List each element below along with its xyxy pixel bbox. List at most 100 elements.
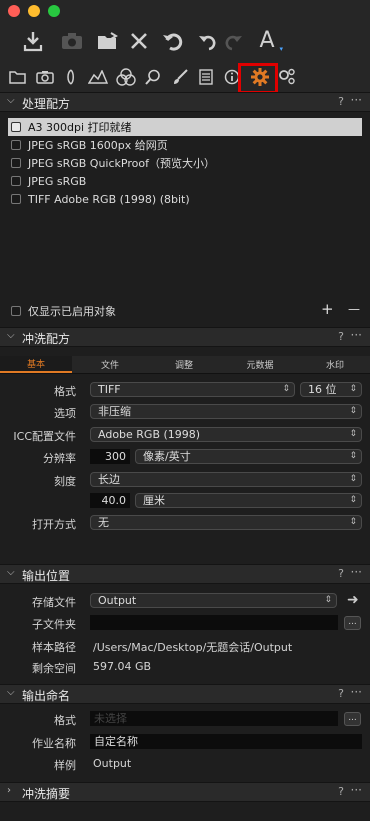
tab-basic[interactable]: 基本 [0, 356, 72, 373]
arrow-right-icon[interactable]: ➜ [347, 592, 359, 608]
zoom-window-button[interactable] [48, 5, 60, 17]
bit-depth-select[interactable]: 16 位 ⇕ [300, 382, 362, 397]
chevron-down-icon[interactable]: ⌵ [7, 687, 15, 698]
process-summary-header[interactable]: › 冲洗摘要 ? ··· [0, 782, 370, 802]
recipe-checkbox[interactable] [11, 140, 21, 150]
open-with-select[interactable]: 无 ⇕ [90, 515, 362, 530]
process-recipes-header[interactable]: ⌵ 处理配方 ? ··· [0, 92, 370, 112]
recipe-label: JPEG sRGB QuickProof（预览大小） [28, 157, 215, 170]
import-icon[interactable] [19, 27, 47, 55]
recipe-item[interactable]: JPEG sRGB QuickProof（预览大小） [8, 154, 362, 172]
add-recipe-button[interactable]: + [321, 300, 334, 318]
updown-arrow-icon: ⇕ [349, 406, 357, 416]
more-options-button[interactable]: ··· [351, 685, 362, 699]
undo-step-icon[interactable] [194, 27, 222, 55]
store-files-value: Output [98, 594, 137, 607]
size-unit-value: 厘米 [143, 494, 165, 507]
recipe-item[interactable]: JPEG sRGB 1600px 给网页 [8, 136, 362, 154]
close-window-button[interactable] [8, 5, 20, 17]
help-button[interactable]: ? [338, 330, 344, 343]
chevron-right-icon[interactable]: › [7, 785, 11, 796]
naming-format-input[interactable]: 未选择 [90, 711, 338, 726]
move-to-folder-icon[interactable] [95, 27, 123, 55]
recipe-label: JPEG sRGB 1600px 给网页 [28, 139, 168, 152]
icc-value: Adobe RGB (1998) [98, 428, 201, 441]
size-input[interactable]: 40.0 [90, 493, 130, 508]
metadata-icon[interactable] [195, 66, 217, 88]
option-select[interactable]: 非压缩 ⇕ [90, 404, 362, 419]
recipe-checkbox[interactable] [11, 122, 21, 132]
show-enabled-only-option[interactable]: 仅显示已启用对象 [8, 302, 208, 320]
folder-icon[interactable] [6, 66, 28, 88]
brush-icon[interactable] [169, 66, 191, 88]
show-enabled-only-checkbox[interactable] [11, 306, 21, 316]
option-label: 选项 [54, 407, 76, 420]
updown-arrow-icon: ⇕ [349, 451, 357, 461]
more-options-button[interactable]: ··· [351, 783, 362, 797]
updown-arrow-icon: ⇕ [282, 384, 290, 394]
tab-adjustments[interactable]: 调整 [148, 356, 220, 373]
subfolder-label: 子文件夹 [32, 618, 76, 631]
naming-format-browse-button[interactable]: ... [344, 712, 361, 726]
icc-profile-select[interactable]: Adobe RGB (1998) ⇕ [90, 427, 362, 442]
undo-icon[interactable] [159, 27, 187, 55]
output-location-header[interactable]: ⌵ 输出位置 ? ··· [0, 564, 370, 584]
recipe-checkbox[interactable] [11, 158, 21, 168]
help-button[interactable]: ? [338, 785, 344, 798]
store-files-select[interactable]: Output ⇕ [90, 593, 337, 608]
show-enabled-only-label: 仅显示已启用对象 [28, 305, 116, 318]
lens-icon[interactable] [60, 66, 82, 88]
histogram-icon[interactable] [87, 66, 109, 88]
chevron-down-icon[interactable]: ⌵ [7, 567, 15, 578]
text-a-icon[interactable]: A ▾ [253, 27, 283, 55]
help-button[interactable]: ? [338, 567, 344, 580]
subfolder-browse-button[interactable]: ... [344, 616, 361, 630]
delete-icon[interactable] [125, 27, 153, 55]
job-name-input[interactable]: 自定名称 [90, 734, 362, 749]
batch-gear-icon[interactable] [276, 66, 298, 88]
updown-arrow-icon: ⇕ [324, 595, 332, 605]
resolution-label: 分辨率 [43, 452, 76, 465]
job-name-label: 作业名称 [32, 737, 76, 750]
tab-file[interactable]: 文件 [74, 356, 146, 373]
capture-camera-icon[interactable] [34, 66, 56, 88]
scale-label: 刻度 [54, 475, 76, 488]
resolution-unit-select[interactable]: 像素/英寸 ⇕ [135, 449, 362, 464]
subfolder-input[interactable] [90, 615, 338, 630]
recipe-item[interactable]: JPEG sRGB [8, 172, 362, 190]
color-icon[interactable] [115, 66, 137, 88]
sample-label: 样例 [54, 759, 76, 772]
chevron-down-icon[interactable]: ⌵ [7, 330, 15, 341]
camera-icon[interactable] [58, 27, 86, 55]
free-space-value: 597.04 GB [93, 660, 152, 673]
recipe-checkbox[interactable] [11, 194, 21, 204]
search-icon[interactable] [142, 66, 164, 88]
chevron-down-icon[interactable]: ⌵ [7, 95, 15, 106]
redo-icon[interactable] [219, 27, 247, 55]
minimize-window-button[interactable] [28, 5, 40, 17]
tab-metadata[interactable]: 元数据 [222, 356, 298, 373]
resolution-unit-value: 像素/英寸 [143, 450, 191, 463]
recipe-item[interactable]: A3 300dpi 打印就绪 [8, 118, 362, 136]
help-button[interactable]: ? [338, 95, 344, 108]
more-options-button[interactable]: ··· [351, 93, 362, 107]
size-unit-select[interactable]: 厘米 ⇕ [135, 493, 362, 508]
recipe-item[interactable]: TIFF Adobe RGB (1998) (8bit) [8, 190, 362, 208]
output-naming-header[interactable]: ⌵ 输出命名 ? ··· [0, 684, 370, 704]
updown-arrow-icon: ⇕ [349, 495, 357, 505]
scale-select[interactable]: 长边 ⇕ [90, 472, 362, 487]
resolution-input[interactable]: 300 [90, 449, 130, 464]
tab-watermark[interactable]: 水印 [300, 356, 370, 373]
icc-label: ICC配置文件 [13, 430, 76, 443]
sample-path-value: /Users/Mac/Desktop/无题会话/Output [93, 641, 293, 654]
recipe-label: TIFF Adobe RGB (1998) (8bit) [28, 192, 190, 206]
recipe-checkbox[interactable] [11, 176, 21, 186]
free-space-label: 剩余空间 [32, 662, 76, 675]
more-options-button[interactable]: ··· [351, 328, 362, 342]
remove-recipe-button[interactable]: — [348, 302, 360, 316]
process-recipe-header[interactable]: ⌵ 冲洗配方 ? ··· [0, 327, 370, 347]
updown-arrow-icon: ⇕ [349, 474, 357, 484]
help-button[interactable]: ? [338, 687, 344, 700]
more-options-button[interactable]: ··· [351, 565, 362, 579]
format-select[interactable]: TIFF ⇕ [90, 382, 295, 397]
